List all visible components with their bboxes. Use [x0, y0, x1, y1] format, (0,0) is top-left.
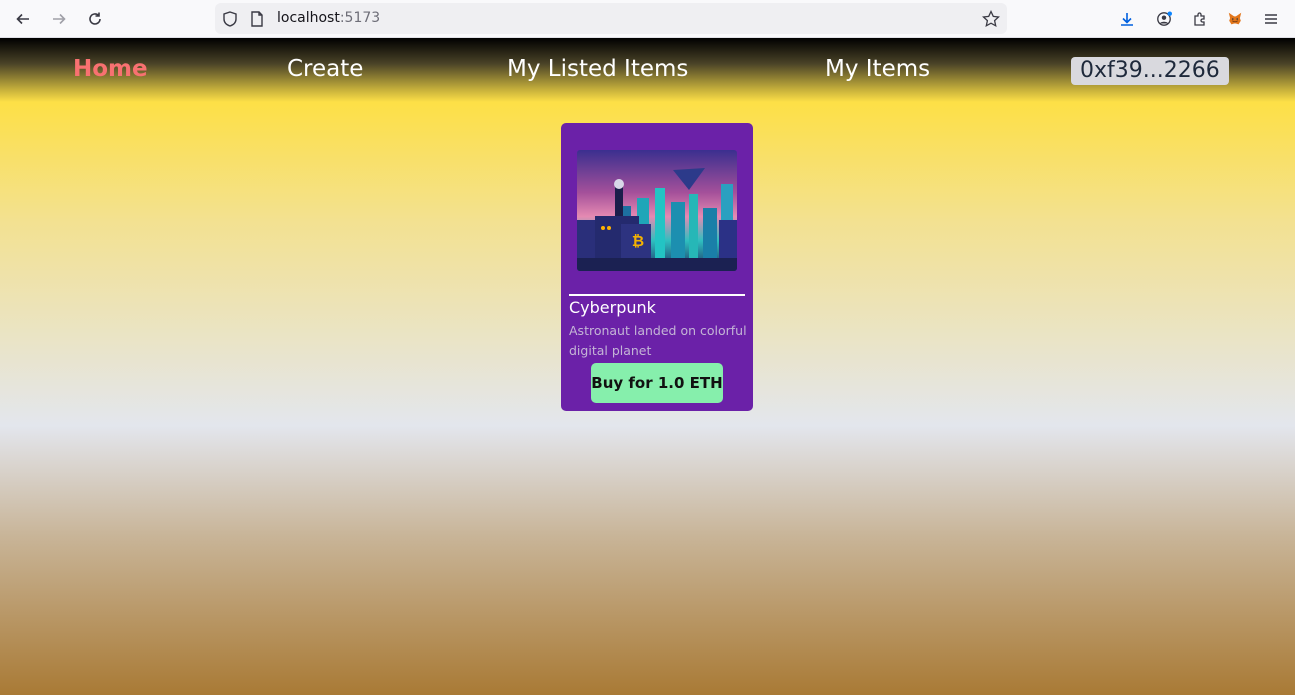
cyberpunk-city-image: ₿	[577, 150, 737, 271]
nft-card: ₿ Cyberpunk Astronaut landed on colorful…	[561, 123, 753, 411]
account-button[interactable]	[1149, 4, 1179, 34]
back-button[interactable]	[8, 4, 38, 34]
browser-toolbar: localhost:5173	[0, 0, 1295, 38]
url-host: localhost	[277, 10, 340, 26]
nav-create-link[interactable]: Create	[287, 56, 363, 82]
page-content: Home Create My Listed Items My Items 0xf…	[0, 38, 1295, 695]
url-text: localhost:5173	[277, 10, 380, 26]
reload-button[interactable]	[80, 4, 110, 34]
menu-button[interactable]	[1256, 4, 1286, 34]
download-icon	[1121, 13, 1133, 26]
downloads-button[interactable]	[1112, 4, 1142, 34]
metamask-fox-icon	[1228, 12, 1242, 25]
url-port: :5173	[339, 10, 381, 26]
hamburger-menu-icon	[1265, 14, 1277, 24]
wallet-address-badge[interactable]: 0xf39...2266	[1071, 57, 1229, 85]
forward-button[interactable]	[44, 4, 74, 34]
nft-title: Cyberpunk	[569, 298, 656, 317]
extensions-button[interactable]	[1185, 4, 1215, 34]
top-navbar: Home Create My Listed Items My Items 0xf…	[0, 38, 1295, 102]
metamask-button[interactable]	[1220, 4, 1250, 34]
nft-description: Astronaut landed on colorful digital pla…	[569, 323, 747, 358]
nft-image[interactable]: ₿	[577, 150, 737, 271]
star-icon[interactable]	[981, 9, 1001, 29]
arrow-right-icon	[53, 13, 66, 25]
buy-button[interactable]: Buy for 1.0 ETH	[591, 363, 723, 403]
shield-icon[interactable]	[221, 10, 239, 28]
card-divider	[569, 294, 745, 296]
svg-text:₿: ₿	[632, 232, 644, 250]
arrow-left-icon	[16, 13, 29, 25]
reload-icon	[89, 12, 101, 25]
nav-my-listed-items-link[interactable]: My Listed Items	[507, 56, 688, 82]
nav-home-link[interactable]: Home	[73, 56, 148, 82]
address-bar[interactable]: localhost:5173	[215, 3, 1007, 34]
nav-my-items-link[interactable]: My Items	[825, 56, 930, 82]
account-icon	[1157, 11, 1172, 26]
puzzle-icon	[1194, 12, 1205, 26]
page-icon	[251, 11, 263, 27]
